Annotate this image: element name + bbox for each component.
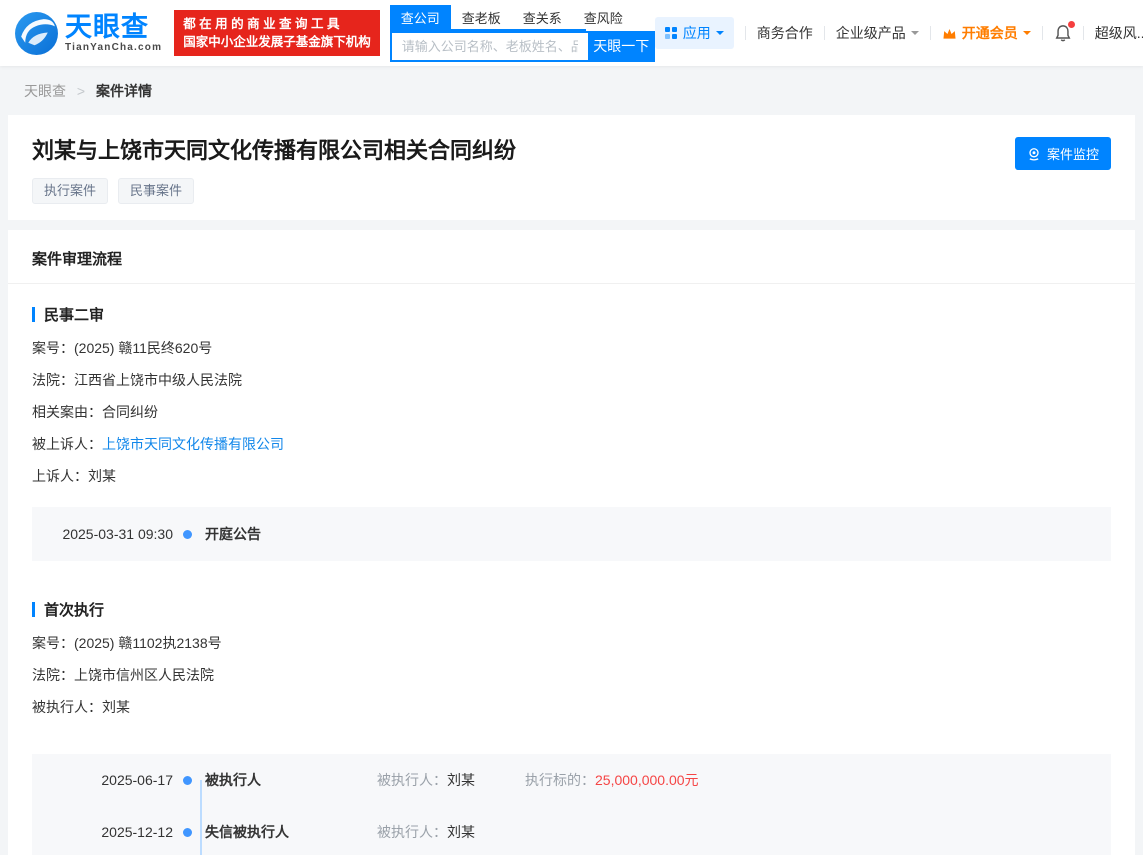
timeline-amount: 执行标的：25,000,000.00元 <box>525 770 699 790</box>
nav-super-risk[interactable]: 超级风... <box>1095 23 1143 43</box>
field-case-number: 案号：(2025) 赣11民终620号 <box>32 339 1111 357</box>
stage-name: 民事二审 <box>44 304 104 325</box>
case-header-card: 刘某与上饶市天同文化传播有限公司相关合同纠纷 执行案件 民事案件 案件监控 <box>8 115 1135 220</box>
nav-divider <box>745 26 746 40</box>
timeline-execution: 2025-06-17 被执行人 被执行人：刘某 执行标的：25,000,000.… <box>32 754 1111 855</box>
nav-business-label: 商务合作 <box>757 23 813 43</box>
stage-name: 首次执行 <box>44 599 104 620</box>
nav-super-label: 超级风... <box>1095 23 1143 43</box>
field-cause: 相关案由：合同纠纷 <box>32 403 1111 421</box>
timeline-date: 2025-12-12 <box>32 824 173 840</box>
tianyancha-logo-icon <box>14 11 59 56</box>
notification-bell-icon[interactable] <box>1054 24 1072 43</box>
slogan-line-1: 都 在 用 的 商 业 查 询 工 具 <box>183 15 371 33</box>
monitor-button-label: 案件监控 <box>1047 144 1099 163</box>
timeline-connector-line <box>200 780 202 855</box>
search-tab-relation[interactable]: 查关系 <box>512 5 573 29</box>
nav-divider <box>930 26 931 40</box>
brand-slogan-badge: 都 在 用 的 商 业 查 询 工 具 国家中小企业发展子基金旗下机构 <box>174 10 380 56</box>
breadcrumb-current: 案件详情 <box>96 83 152 99</box>
header-nav: 应用 商务合作 企业级产品 开通会员 <box>655 17 1143 49</box>
tag-civil-case: 民事案件 <box>118 178 194 204</box>
field-appellee: 被上诉人：上饶市天同文化传播有限公司 <box>32 435 1111 453</box>
case-monitor-button[interactable]: 案件监控 <box>1015 137 1111 170</box>
company-link[interactable]: 上饶市天同文化传播有限公司 <box>102 436 284 452</box>
section-title-flow: 案件审理流程 <box>8 230 1135 284</box>
timeline-person: 被执行人：刘某 <box>377 770 525 790</box>
field-executee: 被执行人：刘某 <box>32 698 1111 716</box>
breadcrumb-separator: > <box>77 83 85 99</box>
timeline-date: 2025-06-17 <box>32 772 173 788</box>
timeline-dot-icon <box>183 776 192 785</box>
stage-civil-second-instance: 民事二审 案号：(2025) 赣11民终620号 法院：江西省上饶市中级人民法院… <box>8 304 1135 561</box>
chevron-down-icon <box>716 31 724 39</box>
nav-apps[interactable]: 应用 <box>655 17 734 49</box>
top-header: 天眼查 TianYanCha.com 都 在 用 的 商 业 查 询 工 具 国… <box>0 0 1143 66</box>
timeline-row[interactable]: 2025-06-17 被执行人 被执行人：刘某 执行标的：25,000,000.… <box>32 754 1111 806</box>
search-tab-company[interactable]: 查公司 <box>390 5 451 29</box>
field-appellant: 上诉人：刘某 <box>32 467 1111 485</box>
timeline-row[interactable]: 2025-03-31 09:30 开庭公告 <box>32 507 1111 561</box>
slogan-line-2: 国家中小企业发展子基金旗下机构 <box>183 33 371 51</box>
search-tabs: 查公司 查老板 查关系 查风险 <box>390 5 586 31</box>
tag-execution-case: 执行案件 <box>32 178 108 204</box>
timeline-dot-icon <box>183 530 192 539</box>
breadcrumb-home[interactable]: 天眼查 <box>24 83 66 99</box>
nav-divider <box>1083 26 1084 40</box>
timeline-event: 被执行人 <box>205 770 377 790</box>
breadcrumb: 天眼查 > 案件详情 <box>0 66 1143 115</box>
stage-first-execution: 首次执行 案号：(2025) 赣1102执2138号 法院：上饶市信州区人民法院… <box>8 599 1135 855</box>
monitor-camera-icon <box>1027 147 1041 161</box>
page-title: 刘某与上饶市天同文化传播有限公司相关合同纠纷 <box>32 137 1111 165</box>
nav-vip-label: 开通会员 <box>962 23 1018 43</box>
stage-accent-bar <box>32 307 35 322</box>
apps-grid-icon <box>665 27 677 39</box>
chevron-down-icon <box>1023 31 1031 39</box>
search-tab-boss[interactable]: 查老板 <box>451 5 512 29</box>
nav-business-cooperation[interactable]: 商务合作 <box>757 23 813 43</box>
chevron-down-icon <box>911 31 919 39</box>
case-flow-card: 案件审理流程 民事二审 案号：(2025) 赣11民终620号 法院：江西省上饶… <box>8 230 1135 855</box>
search-button[interactable]: 天眼一下 <box>588 31 655 62</box>
nav-enterprise-products[interactable]: 企业级产品 <box>836 23 919 43</box>
stage-accent-bar <box>32 602 35 617</box>
tianyancha-logo[interactable]: 天眼查 TianYanCha.com <box>14 11 162 56</box>
logo-title: 天眼查 <box>65 13 162 41</box>
nav-enterprise-label: 企业级产品 <box>836 23 906 43</box>
nav-apps-label: 应用 <box>683 23 711 43</box>
field-court: 法院：上饶市信州区人民法院 <box>32 666 1111 684</box>
timeline-date: 2025-03-31 09:30 <box>32 526 173 542</box>
crown-icon <box>942 27 957 40</box>
search-input[interactable] <box>390 31 588 62</box>
logo-subtitle: TianYanCha.com <box>65 42 162 53</box>
timeline-person: 被执行人：刘某 <box>377 822 525 842</box>
timeline-event: 失信被执行人 <box>205 822 377 842</box>
field-case-number: 案号：(2025) 赣1102执2138号 <box>32 634 1111 652</box>
timeline-dot-icon <box>183 828 192 837</box>
nav-open-vip[interactable]: 开通会员 <box>942 23 1031 43</box>
field-court: 法院：江西省上饶市中级人民法院 <box>32 371 1111 389</box>
search-tab-risk[interactable]: 查风险 <box>573 5 634 29</box>
nav-divider <box>1042 26 1043 40</box>
timeline-event: 开庭公告 <box>205 524 377 544</box>
notification-badge <box>1068 21 1075 28</box>
case-tags: 执行案件 民事案件 <box>32 178 1111 204</box>
timeline-civil: 2025-03-31 09:30 开庭公告 <box>32 507 1111 561</box>
search-area: 查公司 查老板 查关系 查风险 天眼一下 <box>390 5 655 62</box>
timeline-row[interactable]: 2025-12-12 失信被执行人 被执行人：刘某 <box>32 806 1111 855</box>
nav-divider <box>824 26 825 40</box>
